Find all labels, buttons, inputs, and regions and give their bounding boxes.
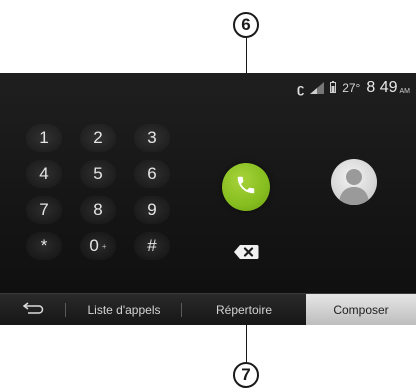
clock-ampm: AM <box>399 87 411 95</box>
key-6[interactable]: 6 <box>128 160 176 188</box>
signal-icon <box>310 82 325 94</box>
contact-avatar <box>331 159 377 205</box>
key-star[interactable]: * <box>20 232 68 260</box>
tab-dial-label: Composer <box>333 302 389 317</box>
callout-7-label: 7 <box>241 365 251 384</box>
key-4[interactable]: 4 <box>20 160 68 188</box>
call-button[interactable] <box>222 163 270 211</box>
battery-icon <box>330 80 337 96</box>
tab-call-log[interactable]: Liste d'appels <box>66 294 182 325</box>
temperature: 27° <box>342 81 361 95</box>
tab-directory-label: Répertoire <box>215 302 273 317</box>
key-8[interactable]: 8 <box>74 196 122 224</box>
phone-handset-icon <box>235 174 257 201</box>
back-arrow-icon <box>22 302 44 317</box>
key-hash[interactable]: # <box>128 232 176 260</box>
tab-directory[interactable]: Répertoire <box>182 294 306 325</box>
callout-7: 7 <box>233 362 259 388</box>
tab-call-log-label: Liste d'appels <box>87 302 161 317</box>
key-2[interactable]: 2 <box>74 124 122 152</box>
back-button[interactable] <box>0 294 66 325</box>
key-7[interactable]: 7 <box>20 196 68 224</box>
key-0-plus: + <box>101 241 107 251</box>
key-1[interactable]: 1 <box>20 124 68 152</box>
status-bar: ʗ 27° 8 49 AM <box>297 79 410 97</box>
tab-dial[interactable]: Composer <box>306 294 416 325</box>
contact-silhouette-icon <box>331 169 377 205</box>
phone-screen: ʗ 27° 8 49 AM 1 2 3 4 5 6 7 8 9 * 0+ # <box>0 73 416 325</box>
bottom-tab-bar: Liste d'appels Répertoire Composer <box>0 293 416 325</box>
callout-6-label: 6 <box>241 15 251 34</box>
key-9[interactable]: 9 <box>128 196 176 224</box>
key-5[interactable]: 5 <box>74 160 122 188</box>
key-0[interactable]: 0 + <box>74 232 122 260</box>
delete-button[interactable] <box>226 244 266 264</box>
key-3[interactable]: 3 <box>128 124 176 152</box>
backspace-icon <box>233 244 259 265</box>
bluetooth-icon: ʗ <box>296 80 305 96</box>
clock-time: 8 49 <box>366 79 398 96</box>
callout-6: 6 <box>233 12 259 38</box>
